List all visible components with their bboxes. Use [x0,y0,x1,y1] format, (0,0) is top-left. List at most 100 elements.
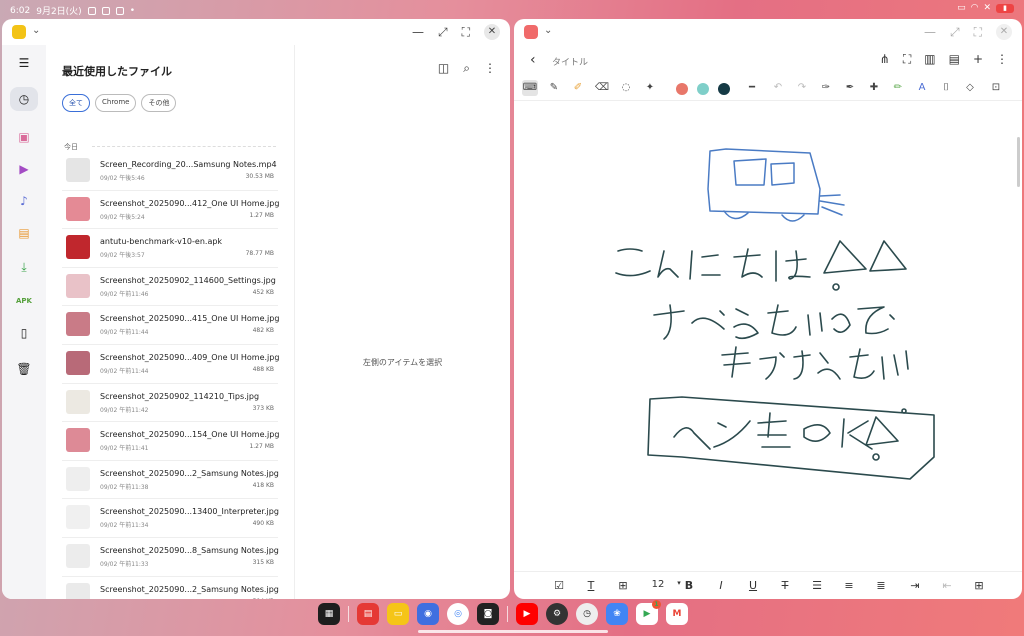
pen-icon[interactable]: ✎ [546,80,562,96]
color-teal-swatch[interactable] [697,83,709,95]
chrome-dock-icon[interactable]: ◎ [447,603,469,625]
camera-dock-icon[interactable]: ◙ [477,603,499,625]
messages-dock-icon[interactable]: ◉ [417,603,439,625]
home-indicator[interactable] [418,630,608,633]
green-pen-icon[interactable]: ✏ [890,80,906,96]
file-row[interactable]: Screenshot_20250902_114210_Tips.jpg 09/02… [62,384,278,423]
notes-app-icon[interactable] [524,25,538,39]
color-red-swatch[interactable] [676,83,688,95]
italic-icon[interactable]: I [712,579,730,592]
recent-icon[interactable]: ◷ [10,87,38,111]
align-icon[interactable]: ≣ [872,579,890,592]
videos-icon[interactable]: ▶ [10,157,38,181]
my-files-app-icon[interactable] [12,25,26,39]
underline-icon[interactable]: U [744,579,762,592]
clock-dock-icon[interactable]: ◷ [576,603,598,625]
checkbox-icon[interactable]: ☑ [550,579,568,592]
my-files-dock-icon[interactable]: ▭ [387,603,409,625]
highlighter-icon[interactable]: ✐ [570,80,586,96]
back-arrow-icon[interactable]: ‹ [530,52,536,68]
file-row[interactable]: Screenshot_2025090...415_One UI Home.jpg… [62,306,279,345]
redo-icon[interactable]: ↷ [794,80,810,96]
file-row[interactable]: Screenshot_2025090...2_Samsung Notes.jpg… [62,461,279,500]
sticker-icon[interactable]: ✦ [642,80,658,96]
note-header: ‹ タイトル ⋔ ⛶ ▥ ▤ + ⋮ [514,45,1022,75]
text-color-icon[interactable]: T [582,579,600,592]
file-row[interactable]: Screenshot_2025090...412_One UI Home.jpg… [62,191,279,230]
fullscreen-icon[interactable]: ⛶ [974,25,982,40]
shape-pen-icon[interactable]: ✑ [818,80,834,96]
apk-icon[interactable]: APK [10,289,38,313]
downloads-icon[interactable]: ⤓ [10,255,38,279]
search-icon[interactable]: ⌕ [463,61,470,76]
settings-dock-icon[interactable]: ⚙ [546,603,568,625]
chevron-down-icon[interactable]: ⌄ [544,25,552,36]
keyboard-icon[interactable]: ⌨ [522,80,538,96]
bold-icon[interactable]: B [680,579,698,592]
minimize-icon[interactable]: — [924,25,936,39]
notes-dock-icon[interactable]: ▤ [357,603,379,625]
internal-storage-icon[interactable]: ▯ [10,321,38,345]
split-view-icon[interactable]: ◫ [438,61,449,76]
bullet-list-icon[interactable]: ≡ [840,579,858,592]
youtube-dock-icon[interactable]: ▶ [516,603,538,625]
fullscreen-icon[interactable]: ⛶ [462,25,470,40]
audio-icon[interactable]: ♪ [10,189,38,213]
table-icon[interactable]: ⊞ [970,579,988,592]
minimize-icon[interactable]: — [412,25,424,39]
text-box-icon[interactable]: ⌷ [938,80,954,96]
file-row[interactable]: Screenshot_2025090...8_Samsung Notes.jpg… [62,538,279,577]
filter-chrome[interactable]: Chrome [95,94,137,112]
gallery-dock-icon[interactable]: ❀ [606,603,628,625]
lock-icon[interactable]: ⊡ [988,80,1004,96]
outdent-icon[interactable]: ⇤ [938,579,956,592]
more-options-icon[interactable]: ⋮ [996,52,1008,67]
trash-icon[interactable]: 🗑 [10,357,38,381]
filter-all[interactable]: 全て [62,94,90,112]
drawing-canvas[interactable] [514,101,1022,571]
file-row[interactable]: antutu-benchmark-v10-en.apk 09/02 午後3:57 7… [62,229,278,268]
close-icon[interactable]: ✕ [996,24,1012,40]
resize-icon[interactable]: ⤢ [438,25,448,40]
shapes-icon[interactable]: ◇ [962,80,978,96]
color-dark-swatch[interactable] [718,83,730,95]
pen-add-icon[interactable]: ✚ [866,80,882,96]
lasso-icon[interactable]: ◌ [618,80,634,96]
book-view-icon[interactable]: ▥ [924,52,935,67]
file-row[interactable]: Screenshot_20250902_114600_Settings.jpg 0… [62,268,278,307]
close-icon[interactable]: ✕ [484,24,500,40]
file-row[interactable]: Screenshot_2025090...154_One UI Home.jpg… [62,422,279,461]
menu-icon[interactable]: ☰ [10,51,38,75]
file-row[interactable]: Screen_Recording_20...Samsung Notes.mp4 0… [62,152,278,191]
more-options-icon[interactable]: ⋮ [484,61,496,76]
documents-icon[interactable]: ▤ [10,221,38,245]
file-row[interactable]: Screenshot_2025090...409_One UI Home.jpg… [62,345,279,384]
gmail-dock-icon[interactable]: M [666,603,688,625]
text-style-icon[interactable]: A [914,80,930,96]
resize-icon[interactable]: ⤢ [950,25,960,40]
stroke-width-icon[interactable]: ━ [742,80,762,96]
pen-settings-icon[interactable]: ✒ [842,80,858,96]
eraser-icon[interactable]: ⌫ [594,80,610,96]
text-background-icon[interactable]: ⊞ [614,579,632,592]
play-store-dock-icon[interactable]: ▶ 1 [636,600,661,625]
undo-icon[interactable]: ↶ [770,80,786,96]
numbered-list-icon[interactable]: ☰ [808,579,826,592]
apps-grid-icon[interactable]: ▦ [318,603,340,625]
voice-record-icon[interactable]: ⋔ [880,52,890,67]
font-size-select[interactable]: 12 [646,579,670,590]
filter-other[interactable]: その他 [141,94,177,112]
add-icon[interactable]: + [973,52,983,67]
file-row[interactable]: Screenshot_2025090...2_Samsung Notes.jpg… [62,577,279,599]
images-icon[interactable]: ▣ [10,125,38,149]
message-icon [115,6,124,15]
strikethrough-icon[interactable]: T [776,579,794,592]
scrollbar[interactable] [1017,137,1020,187]
pdf-icon[interactable]: ▤ [949,52,960,67]
note-title-field[interactable]: タイトル [552,55,588,68]
file-row[interactable]: Screenshot_2025090...13400_Interpreter.j… [62,499,279,538]
chevron-down-icon[interactable]: ⌄ [32,25,40,36]
indent-icon[interactable]: ⇥ [906,579,924,592]
fit-screen-icon[interactable]: ⛶ [903,52,911,67]
file-thumbnail [66,505,90,530]
